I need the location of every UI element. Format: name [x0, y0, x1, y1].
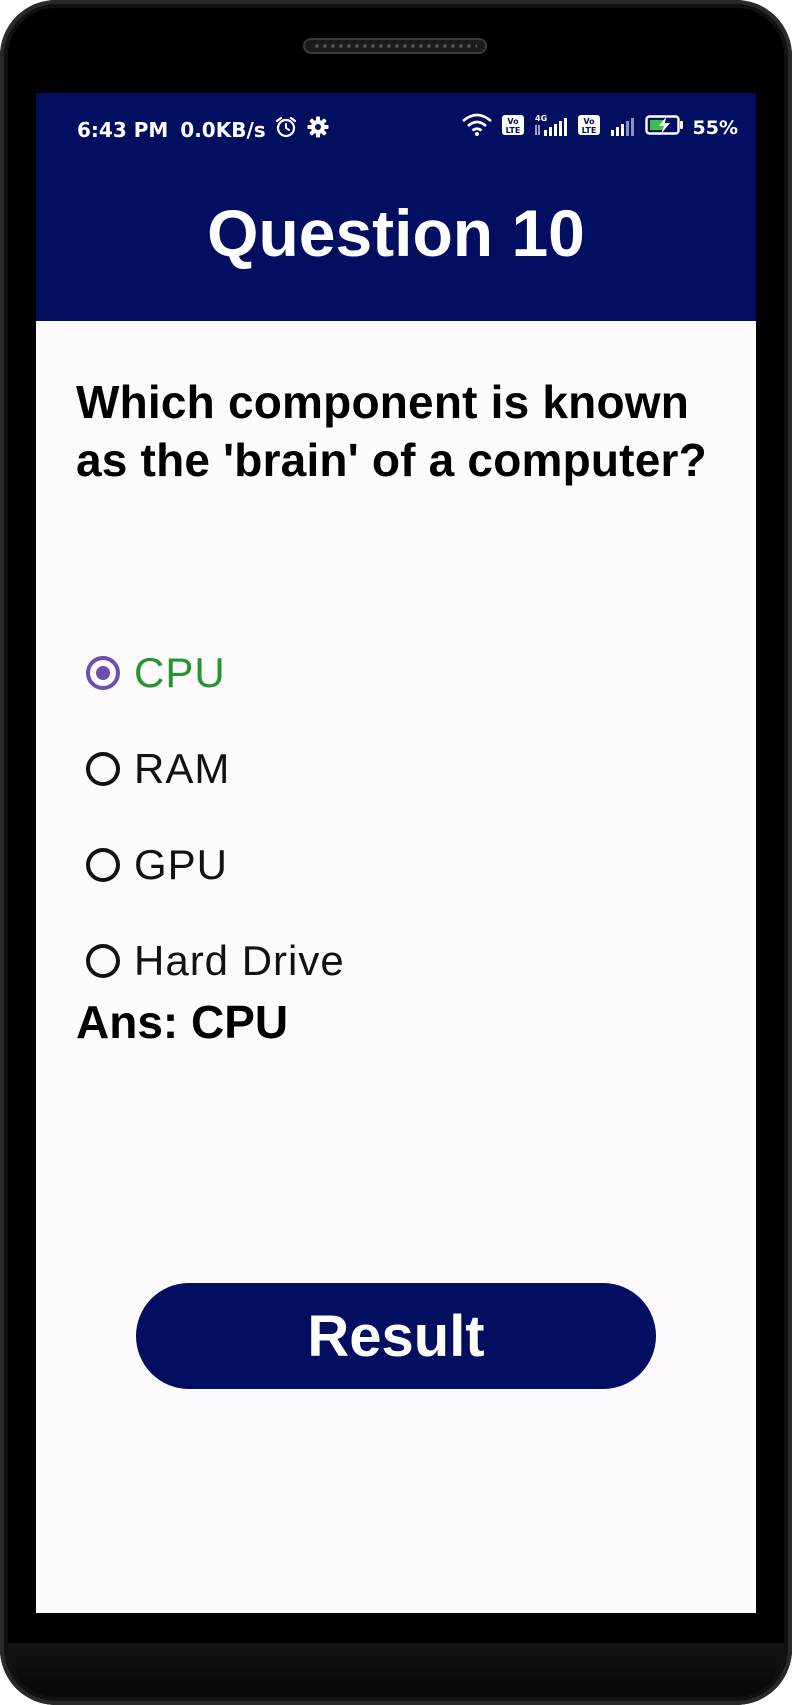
status-bar: 6:43 PM 0.0KB/s Vo LTE 4G Vo LTE 55% — [36, 93, 756, 163]
radio-button-selected[interactable] — [86, 656, 120, 690]
battery-percent: 55% — [692, 116, 738, 139]
radio-button[interactable] — [86, 944, 120, 978]
result-button[interactable]: Result — [136, 1283, 656, 1389]
option-label: Hard Drive — [134, 937, 345, 984]
option-label: GPU — [134, 841, 229, 888]
signal-icon-2 — [609, 113, 637, 142]
phone-bottom-bezel — [0, 1643, 792, 1705]
volte-icon-2: Vo LTE — [577, 114, 601, 141]
option-label: CPU — [134, 649, 226, 696]
svg-text:Vo: Vo — [507, 117, 519, 126]
status-time: 6:43 PM — [77, 117, 169, 142]
question-text: Which component is known as the 'brain' … — [76, 376, 707, 486]
page-title: Question 10 — [207, 196, 585, 270]
status-net-speed: 0.0KB/s — [180, 117, 266, 142]
app-screen: 6:43 PM 0.0KB/s Vo LTE 4G Vo LTE 55% Que… — [36, 93, 756, 1613]
signal-icon: 4G — [533, 113, 569, 142]
app-header: 6:43 PM 0.0KB/s Vo LTE 4G Vo LTE 55% Que… — [36, 93, 756, 321]
svg-text:4G: 4G — [535, 114, 547, 123]
option-gpu[interactable]: GPU — [86, 825, 686, 905]
volte-icon: Vo LTE — [501, 114, 525, 141]
wifi-icon — [461, 113, 493, 142]
option-ram[interactable]: RAM — [86, 729, 686, 809]
svg-text:LTE: LTE — [581, 126, 596, 135]
phone-frame: 6:43 PM 0.0KB/s Vo LTE 4G Vo LTE 55% Que… — [0, 0, 792, 1705]
svg-text:Vo: Vo — [583, 117, 595, 126]
radio-button[interactable] — [86, 848, 120, 882]
radio-button[interactable] — [86, 752, 120, 786]
option-cpu[interactable]: CPU — [86, 633, 686, 713]
option-hard-drive[interactable]: Hard Drive — [86, 921, 686, 1001]
battery-charging-icon — [644, 113, 685, 142]
alarm-icon — [274, 115, 298, 144]
gear-icon — [306, 115, 330, 144]
option-label: RAM — [134, 745, 231, 792]
earpiece-speaker — [303, 38, 487, 54]
svg-text:LTE: LTE — [505, 126, 520, 135]
answer-text: Ans: CPU — [76, 996, 289, 1048]
